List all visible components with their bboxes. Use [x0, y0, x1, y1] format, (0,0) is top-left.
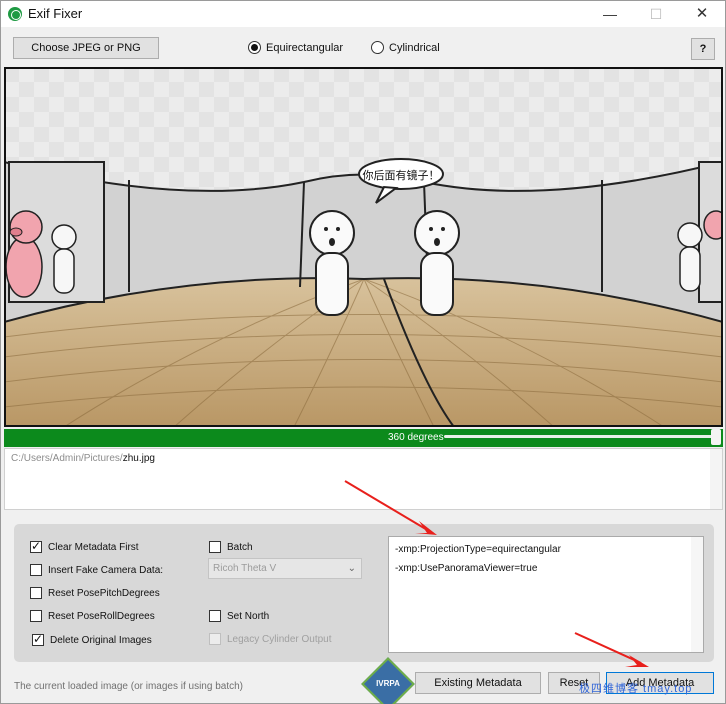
checkbox-unchecked-icon[interactable] [209, 541, 221, 553]
checkbox-unchecked-icon[interactable] [30, 610, 42, 622]
insert-fake-camera-label: Insert Fake Camera Data: [48, 564, 164, 576]
file-path-prefix: C:/Users/Admin/Pictures/ [11, 453, 123, 464]
metadata-textarea[interactable]: -xmp:ProjectionType=equirectangular -xmp… [388, 536, 704, 653]
metadata-scrollbar[interactable] [691, 537, 703, 652]
set-north-label: Set North [227, 610, 270, 622]
status-text: The current loaded image (or images if u… [14, 681, 244, 692]
radio-cylindrical-label: Cylindrical [389, 41, 440, 54]
reset-pose-pitch-label: Reset PosePitchDegrees [48, 587, 160, 599]
camera-select-value: Ricoh Theta V [213, 563, 277, 574]
path-scrollbar[interactable] [710, 449, 722, 509]
radio-equirectangular[interactable]: Equirectangular [248, 41, 343, 54]
clear-metadata-label: Clear Metadata First [48, 541, 139, 553]
ivrpa-logo-text: IVRPA [376, 679, 400, 688]
delete-originals-label: Delete Original Images [50, 634, 152, 646]
reset-pose-roll-checkbox[interactable]: Reset PoseRollDegrees [30, 610, 155, 622]
batch-checkbox[interactable]: Batch [209, 541, 253, 553]
degrees-slider[interactable]: 360 degrees [4, 429, 723, 447]
panorama-preview: 你后面有镜子！ [4, 67, 723, 427]
reset-pose-pitch-checkbox[interactable]: Reset PosePitchDegrees [30, 587, 160, 599]
batch-label: Batch [227, 541, 253, 553]
close-button[interactable]: ✕ [679, 1, 725, 27]
slider-line [444, 435, 717, 438]
radio-equirectangular-label: Equirectangular [266, 41, 344, 54]
checkbox-checked-icon[interactable] [32, 632, 44, 646]
set-north-checkbox[interactable]: Set North [209, 610, 269, 622]
maximize-button[interactable]: ☐ [633, 1, 679, 27]
file-path-box[interactable]: C:/Users/Admin/Pictures/zhu.jpg [4, 448, 723, 510]
app-icon [8, 7, 22, 21]
checkbox-unchecked-icon[interactable] [209, 610, 221, 622]
legacy-cylinder-checkbox: Legacy Cylinder Output [209, 633, 332, 645]
insert-fake-camera-checkbox[interactable]: Insert Fake Camera Data: [30, 564, 163, 576]
checkbox-unchecked-icon[interactable] [30, 564, 42, 576]
help-button[interactable]: ? [691, 38, 715, 60]
chevron-down-icon: ⌄ [347, 563, 356, 574]
file-path: C:/Users/Admin/Pictures/zhu.jpg [11, 453, 155, 464]
legacy-cylinder-label: Legacy Cylinder Output [227, 633, 332, 645]
radio-unselected-indicator[interactable] [371, 41, 384, 54]
watermark-text: 极四维博客 tmay.top [579, 683, 693, 695]
slider-thumb[interactable] [711, 429, 721, 445]
checkbox-checked-icon[interactable] [30, 539, 42, 553]
metadata-line-2: -xmp:UsePanoramaViewer=true [395, 563, 538, 574]
panorama-image: 你后面有镜子！ [4, 67, 723, 427]
delete-originals-checkbox[interactable]: Delete Original Images [32, 632, 152, 646]
checkbox-disabled-icon [209, 633, 221, 645]
choose-file-button[interactable]: Choose JPEG or PNG [13, 37, 159, 59]
camera-select[interactable]: Ricoh Theta V ⌄ [208, 558, 362, 579]
existing-metadata-button[interactable]: Existing Metadata [415, 672, 541, 694]
checkbox-unchecked-icon[interactable] [30, 587, 42, 599]
clear-metadata-checkbox[interactable]: Clear Metadata First [30, 539, 139, 553]
speech-bubble-text: 你后面有镜子！ [363, 168, 440, 182]
slider-label: 360 degrees [388, 432, 444, 443]
radio-selected-indicator[interactable] [248, 41, 261, 54]
exif-fixer-window: Exif Fixer — ☐ ✕ Choose JPEG or PNG Equi… [0, 0, 726, 704]
file-name: zhu.jpg [122, 453, 155, 464]
metadata-line-1: -xmp:ProjectionType=equirectangular [395, 544, 561, 555]
radio-cylindrical[interactable]: Cylindrical [371, 41, 440, 54]
title-bar: Exif Fixer — ☐ ✕ [1, 1, 725, 27]
reset-pose-roll-label: Reset PoseRollDegrees [48, 610, 155, 622]
minimize-button[interactable]: — [587, 1, 633, 27]
window-title: Exif Fixer [28, 6, 83, 21]
